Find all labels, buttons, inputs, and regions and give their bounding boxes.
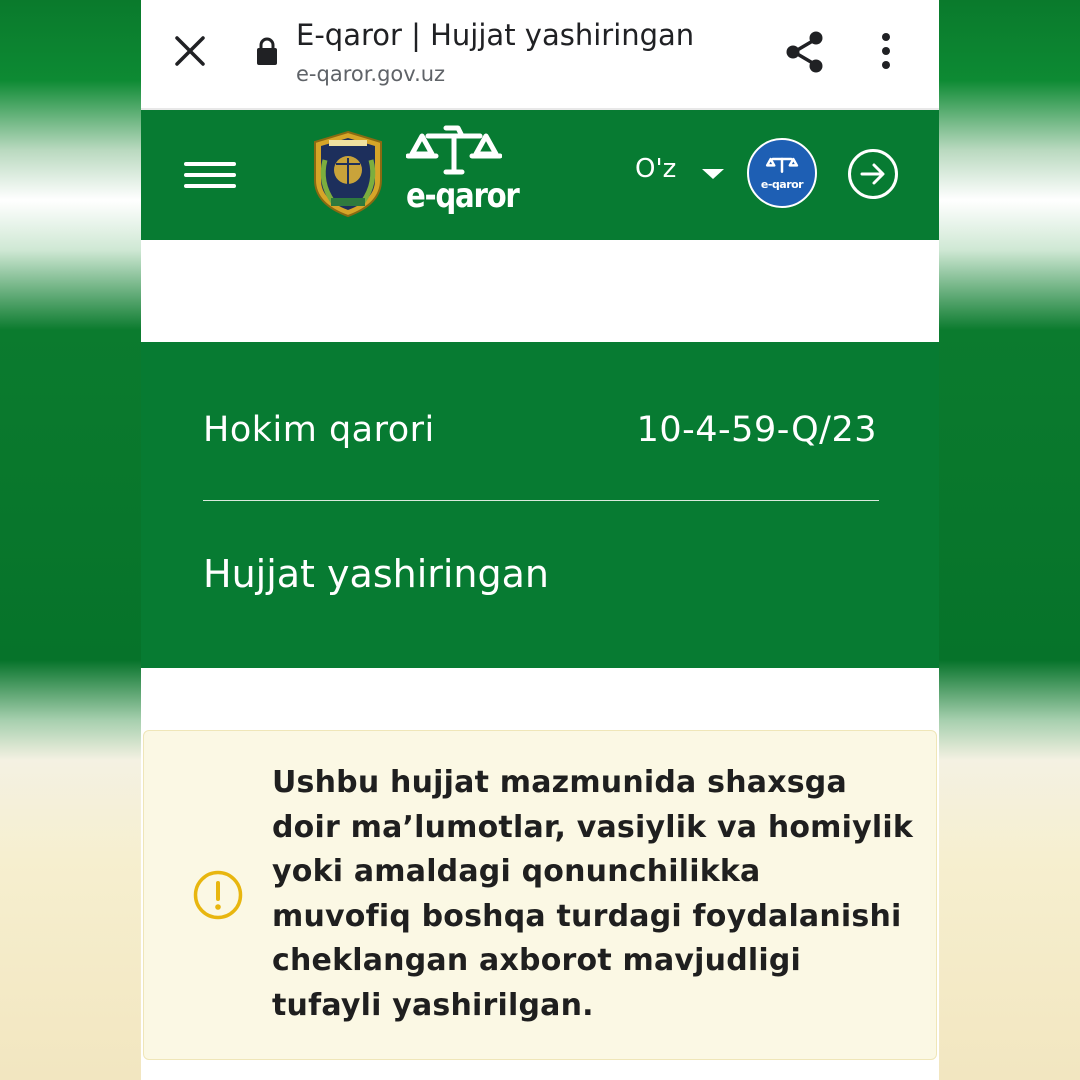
browser-window: E-qaror | Hujjat yashiringan e-qaror.gov… <box>141 0 939 1080</box>
divider <box>203 500 879 501</box>
content-spacer <box>141 668 939 730</box>
badge-label: e-qaror <box>760 178 804 191</box>
page-title[interactable]: E-qaror | Hujjat yashiringan <box>296 18 694 52</box>
page-bottom <box>141 1060 939 1080</box>
hamburger-menu-icon[interactable] <box>184 162 236 188</box>
document-type: Hokim qarori <box>203 410 435 450</box>
warning-icon <box>193 870 243 920</box>
close-icon[interactable] <box>171 32 209 70</box>
eqaror-badge[interactable]: e-qaror <box>747 138 817 208</box>
content-spacer <box>141 240 939 342</box>
document-status: Hujjat yashiringan <box>203 552 550 596</box>
hidden-document-notice: Ushbu hujjat mazmunida shaxsga doir ma’l… <box>143 730 937 1060</box>
share-icon[interactable] <box>784 30 826 74</box>
language-selector[interactable]: O'z <box>635 154 676 184</box>
lock-icon <box>257 37 277 65</box>
document-card: Hokim qarori 10-4-59-Q/23 Hujjat yashiri… <box>141 342 939 668</box>
scales-logo-icon[interactable] <box>406 124 502 176</box>
browser-toolbar: E-qaror | Hujjat yashiringan e-qaror.gov… <box>141 0 939 110</box>
document-number: 10-4-59-Q/23 <box>636 410 877 450</box>
more-vert-icon[interactable] <box>881 33 891 69</box>
chevron-down-icon[interactable] <box>701 168 725 180</box>
blurred-background-left <box>0 0 141 1080</box>
screenshot-stage: E-qaror | Hujjat yashiringan e-qaror.gov… <box>0 0 1080 1080</box>
notice-text: Ushbu hujjat mazmunida shaxsga doir ma’l… <box>272 765 913 1023</box>
scales-badge-icon <box>765 157 799 174</box>
site-logo-text[interactable]: e-qaror <box>406 176 520 216</box>
blurred-background-right <box>939 0 1080 1080</box>
state-emblem-icon[interactable] <box>309 130 387 218</box>
login-arrow-icon[interactable] <box>847 148 899 200</box>
page-url[interactable]: e-qaror.gov.uz <box>296 62 445 86</box>
site-header: e-qaror O'z e-qaror <box>141 110 939 240</box>
